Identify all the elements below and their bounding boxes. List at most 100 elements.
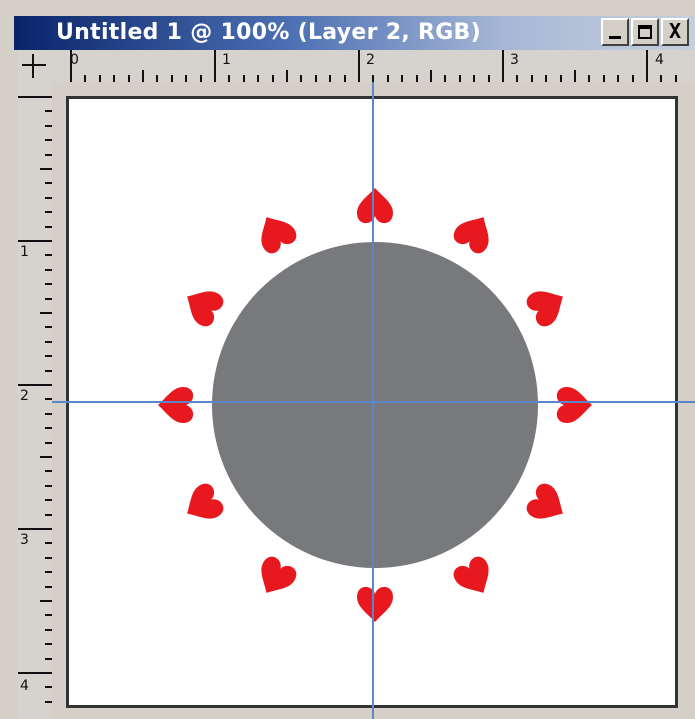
h-ruler-tick — [574, 70, 576, 82]
v-ruler-tick — [45, 700, 52, 703]
h-ruler-label-1: 1 — [222, 52, 231, 68]
v-ruler-tick — [40, 168, 52, 170]
v-ruler-tick — [40, 312, 52, 314]
v-ruler-tick — [45, 139, 52, 142]
v-ruler-tick — [45, 225, 52, 228]
v-ruler-label-1: 1 — [20, 244, 29, 260]
h-ruler-tick — [214, 50, 216, 82]
h-ruler-label-3: 3 — [510, 52, 519, 68]
h-ruler-tick — [84, 75, 87, 82]
h-ruler-tick — [430, 70, 432, 82]
v-ruler-tick — [45, 254, 52, 257]
h-ruler-tick — [271, 75, 274, 82]
v-ruler-tick — [45, 196, 52, 199]
h-ruler-tick — [458, 75, 461, 82]
h-ruler-tick — [343, 75, 346, 82]
heart-icon — [158, 387, 194, 423]
document-window: Untitled 1 @ 100% (Layer 2, RGB) X 0 1 2… — [0, 0, 695, 719]
minimize-button[interactable] — [601, 18, 629, 46]
v-ruler-tick — [45, 211, 52, 214]
h-ruler-tick — [487, 75, 490, 82]
v-ruler-tick — [18, 96, 52, 98]
v-ruler-tick — [45, 657, 52, 660]
v-ruler-tick — [18, 672, 52, 674]
v-ruler-tick — [45, 542, 52, 545]
v-ruler-tick — [45, 643, 52, 646]
window-title: Untitled 1 @ 100% (Layer 2, RGB) — [56, 20, 481, 45]
h-ruler-tick — [329, 75, 332, 82]
h-ruler-tick — [617, 75, 620, 82]
gray-circle-layer — [212, 242, 538, 568]
heart-icon — [556, 387, 592, 423]
h-ruler-tick — [444, 75, 447, 82]
v-ruler-tick — [45, 484, 52, 487]
h-ruler-tick — [113, 75, 116, 82]
heart-icon — [261, 556, 297, 593]
h-ruler-tick — [588, 75, 591, 82]
v-ruler-label-4: 4 — [20, 678, 29, 694]
title-bar[interactable]: Untitled 1 @ 100% (Layer 2, RGB) X — [14, 16, 695, 50]
h-ruler-tick — [660, 75, 663, 82]
heart-icon — [526, 291, 563, 327]
heart-icon — [261, 217, 297, 254]
h-ruler-tick — [358, 50, 360, 82]
v-ruler-tick — [45, 499, 52, 502]
h-ruler-label-4: 4 — [655, 52, 664, 68]
heart-icon — [453, 556, 489, 593]
v-ruler-tick — [45, 297, 52, 300]
h-ruler-tick — [516, 75, 519, 82]
v-ruler-tick — [45, 182, 52, 185]
h-ruler-tick — [372, 75, 375, 82]
v-ruler-tick — [45, 441, 52, 444]
h-ruler-tick — [646, 50, 648, 82]
v-ruler-tick — [45, 153, 52, 156]
heart-icon — [357, 188, 393, 224]
h-ruler-tick — [199, 75, 202, 82]
close-button[interactable]: X — [661, 18, 689, 46]
v-ruler-tick — [45, 686, 52, 689]
vertical-ruler[interactable]: 1 2 3 4 — [18, 82, 53, 719]
h-ruler-tick — [300, 75, 303, 82]
window-controls: X — [601, 18, 689, 46]
h-ruler-tick — [70, 50, 72, 82]
v-ruler-tick — [40, 456, 52, 458]
heart-icon — [187, 483, 224, 519]
h-ruler-tick — [473, 75, 476, 82]
h-ruler-tick — [502, 50, 504, 82]
v-ruler-tick — [18, 384, 52, 386]
h-ruler-tick — [530, 75, 533, 82]
h-ruler-tick — [156, 75, 159, 82]
v-ruler-tick — [45, 614, 52, 617]
h-ruler-tick — [127, 75, 130, 82]
h-ruler-tick — [401, 75, 404, 82]
maximize-button[interactable] — [631, 18, 659, 46]
v-ruler-tick — [45, 268, 52, 271]
v-ruler-tick — [18, 240, 52, 242]
h-ruler-tick — [545, 75, 548, 82]
v-ruler-tick — [45, 110, 52, 113]
h-ruler-tick — [631, 75, 634, 82]
v-ruler-tick — [45, 412, 52, 415]
v-ruler-tick — [45, 355, 52, 358]
heart-icon — [357, 586, 393, 622]
heart-icon — [526, 483, 563, 519]
horizontal-guide[interactable] — [52, 401, 695, 403]
v-ruler-tick — [45, 585, 52, 588]
v-ruler-tick — [45, 283, 52, 286]
v-ruler-tick — [45, 398, 52, 401]
heart-icon — [187, 291, 224, 327]
ruler-origin[interactable] — [18, 50, 53, 83]
h-ruler-tick — [314, 75, 317, 82]
h-ruler-tick — [98, 75, 101, 82]
horizontal-ruler[interactable]: 0 1 2 3 4 — [52, 50, 695, 83]
v-ruler-tick — [45, 571, 52, 574]
v-ruler-tick — [40, 600, 52, 602]
v-ruler-tick — [45, 340, 52, 343]
h-ruler-label-2: 2 — [366, 52, 375, 68]
close-icon: X — [668, 19, 682, 43]
v-ruler-tick — [45, 369, 52, 372]
h-ruler-tick — [170, 75, 173, 82]
h-ruler-tick — [228, 75, 231, 82]
v-ruler-tick — [45, 513, 52, 516]
v-ruler-tick — [45, 470, 52, 473]
